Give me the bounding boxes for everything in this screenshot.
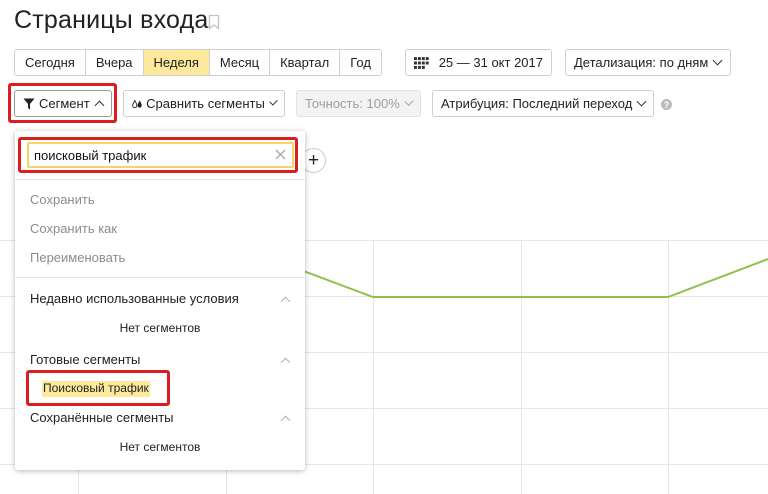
calendar-icon [414,56,429,69]
saved-empty-note: Нет сегментов [119,440,201,454]
help-icon[interactable]: ? [661,99,672,110]
bookmark-icon[interactable] [208,14,220,30]
save-action[interactable]: Сохранить [30,192,95,207]
period-today[interactable]: Сегодня [15,50,86,75]
chevron-down-icon [712,55,723,66]
recent-empty-note: Нет сегментов [119,321,201,335]
accuracy-label: Точность: 100% [305,96,400,111]
ready-segments-title[interactable]: Готовые сегменты [30,352,140,367]
chevron-down-icon [404,96,414,107]
recent-conditions-title[interactable]: Недавно использованные условия [30,291,239,306]
period-year[interactable]: Год [340,50,381,75]
chevron-down-icon [269,97,278,106]
segment-dropdown: Сохранить Сохранить как Переименовать Не… [15,131,305,470]
page-title: Страницы входа [14,6,209,34]
chevron-up-icon[interactable] [280,357,291,368]
chevron-up-icon[interactable] [280,296,291,307]
period-quarter[interactable]: Квартал [270,50,341,75]
chevron-down-icon [636,96,647,107]
rename-action[interactable]: Переименовать [30,250,125,265]
chevron-up-icon[interactable] [280,415,291,426]
divider [15,179,305,180]
period-month[interactable]: Месяц [209,50,271,75]
series-line [225,241,768,298]
period-week[interactable]: Неделя [143,50,210,75]
period-yesterday[interactable]: Вчера [85,50,144,75]
accuracy-dropdown[interactable]: Точность: 100% [296,90,421,117]
date-range-button[interactable]: 25 — 31 окт 2017 [405,49,552,76]
drops-icon [132,99,142,108]
period-selector: Сегодня Вчера Неделя Месяц Квартал Год [14,49,382,76]
attribution-dropdown[interactable]: Атрибуция: Последний переход [432,90,654,117]
date-range-label: 25 — 31 окт 2017 [438,55,543,70]
search-input-highlight [18,137,298,173]
segment-button-highlight [8,83,117,123]
compare-segments-label: Сравнить сегменты [146,96,265,111]
divider [15,277,305,278]
compare-segments-button[interactable]: Сравнить сегменты [123,90,285,117]
segment-item-highlight [26,370,170,406]
detail-label: Детализация: по дням [574,55,709,70]
saved-segments-title[interactable]: Сохранённые сегменты [30,410,174,425]
save-as-action[interactable]: Сохранить как [30,221,117,236]
attribution-label: Атрибуция: Последний переход [441,96,633,111]
detail-dropdown[interactable]: Детализация: по дням [565,49,731,76]
